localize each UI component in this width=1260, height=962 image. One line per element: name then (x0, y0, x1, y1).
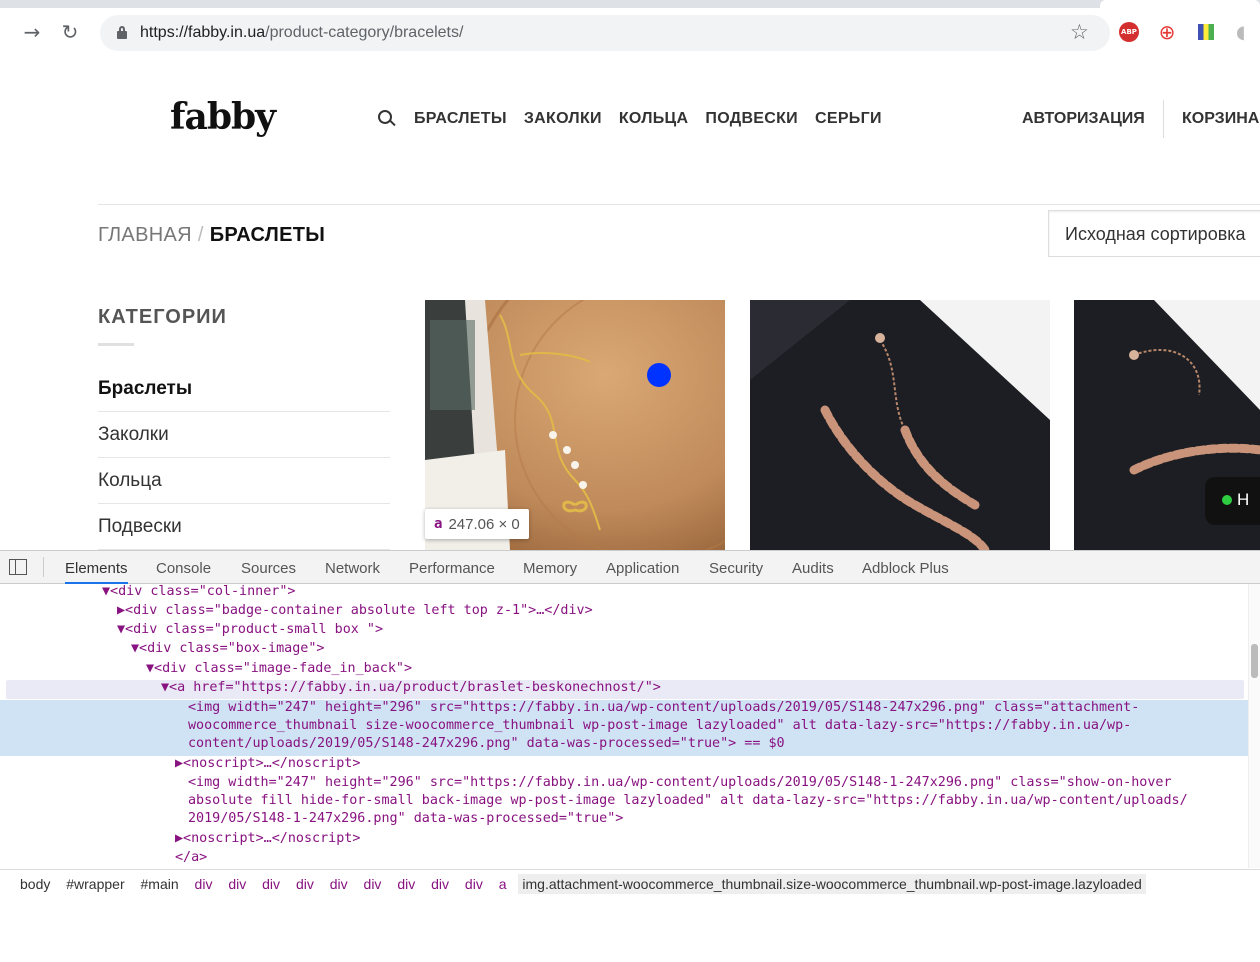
dom-node[interactable]: 2019/05/S148-1-247x296.png" data-was-pro… (188, 809, 1248, 828)
breadcrumb: ГЛАВНАЯ / БРАСЛЕТЫ (98, 224, 325, 247)
crumb-div[interactable]: div (465, 876, 483, 892)
tab-application[interactable]: Application (606, 551, 679, 584)
online-status-icon (1222, 495, 1232, 505)
tooltip-dimensions: 247.06 × 0 (448, 515, 520, 533)
categories-heading: КАТЕГОРИИ (98, 306, 227, 328)
tab-memory[interactable]: Memory (523, 551, 577, 584)
dom-tree: ▼<div class="col-inner"> ▶<div class="ba… (0, 584, 1248, 868)
crumb-div[interactable]: div (195, 876, 213, 892)
category-list: Браслеты Заколки Кольца Подвески (98, 366, 390, 550)
tab-strip (0, 0, 1260, 8)
crumb-div[interactable]: div (262, 876, 280, 892)
crumb-wrapper[interactable]: #wrapper (66, 876, 124, 892)
pointer-indicator (647, 363, 671, 387)
product-image[interactable] (750, 300, 1050, 550)
nav-item-bracelets[interactable]: БРАСЛЕТЫ (414, 110, 507, 128)
nav-item-rings[interactable]: КОЛЬЦА (619, 110, 689, 128)
dom-node[interactable]: ▼<a href="https://fabby.in.ua/product/br… (161, 678, 1248, 697)
crumb-a[interactable]: a (499, 876, 507, 892)
breadcrumb-separator: / (197, 224, 204, 246)
dom-node[interactable]: ▶<div class="badge-container absolute le… (117, 601, 1248, 620)
crumb-body[interactable]: body (20, 876, 50, 892)
dom-node[interactable]: content/uploads/2019/05/S148-247x296.png… (188, 734, 1248, 753)
nav-item-hairclips[interactable]: ЗАКОЛКИ (524, 110, 602, 128)
adblock-extension-icon[interactable]: ABP (1119, 22, 1139, 42)
tab-audits[interactable]: Audits (792, 551, 834, 584)
tab-elements[interactable]: Elements (65, 551, 128, 584)
bookmark-star-icon[interactable]: ☆ (1070, 20, 1089, 44)
active-tab-edge (1100, 0, 1260, 8)
tab-security[interactable]: Security (709, 551, 763, 584)
crumb-div[interactable]: div (296, 876, 314, 892)
category-item[interactable]: Заколки (98, 412, 390, 458)
main-nav: БРАСЛЕТЫ ЗАКОЛКИ КОЛЬЦА ПОДВЕСКИ СЕРЬГИ (414, 110, 882, 128)
crumb-div[interactable]: div (397, 876, 415, 892)
grey-extension-icon[interactable]: ◖ (1236, 22, 1256, 43)
dom-node[interactable]: <img width="247" height="296" src="https… (188, 773, 1248, 792)
dom-node[interactable]: ▼<div class="image-fade_in_back"> (146, 659, 1248, 678)
header-divider (1163, 100, 1164, 138)
chat-label: H (1237, 490, 1250, 509)
address-bar[interactable]: https://fabby.in.ua/product-category/bra… (100, 15, 1110, 51)
tabbar-divider (43, 557, 44, 577)
dom-node[interactable]: ▼<div class="box-image"> (131, 639, 1248, 658)
dom-node[interactable]: ▼<div class="product-small box "> (117, 620, 1248, 639)
dom-breadcrumb: body #wrapper #main div div div div div … (0, 869, 1260, 897)
category-item[interactable]: Подвески (98, 504, 390, 550)
dom-node[interactable]: absolute fill hide-for-small back-image … (188, 791, 1248, 810)
chat-widget[interactable]: H (1205, 477, 1260, 525)
browser-toolbar: → ↻ https://fabby.in.ua/product-category… (0, 0, 1260, 66)
categories-underline (98, 343, 134, 346)
crumb-selected-img[interactable]: img.attachment-woocommerce_thumbnail.siz… (518, 874, 1146, 894)
dom-node[interactable]: ▼<div class="col-inner"> (102, 584, 1248, 601)
web-page: fabby БРАСЛЕТЫ ЗАКОЛКИ КОЛЬЦА ПОДВЕСКИ С… (0, 66, 1260, 550)
category-item[interactable]: Браслеты (98, 366, 390, 412)
nav-item-earrings[interactable]: СЕРЬГИ (815, 110, 882, 128)
crumb-div[interactable]: div (364, 876, 382, 892)
dom-scrollbar[interactable] (1248, 584, 1260, 868)
cart-link[interactable]: КОРЗИНА (1182, 110, 1259, 128)
bracelet-photo (750, 300, 1050, 550)
reload-icon[interactable]: ↻ (56, 18, 84, 46)
scrollbar-thumb[interactable] (1251, 644, 1258, 678)
crumb-main[interactable]: #main (141, 876, 179, 892)
colorful-extension-icon[interactable] (1198, 24, 1214, 40)
site-logo[interactable]: fabby (170, 96, 276, 138)
crumb-div[interactable]: div (431, 876, 449, 892)
dom-node[interactable]: <img width="247" height="296" src="https… (188, 698, 1248, 717)
url-text[interactable]: https://fabby.in.ua/product-category/bra… (140, 24, 463, 42)
device-toggle-icon[interactable] (9, 559, 27, 575)
forward-icon[interactable]: → (18, 18, 46, 46)
dom-node[interactable]: woocommerce_thumbnail size-woocommerce_t… (188, 716, 1248, 735)
breadcrumb-current: БРАСЛЕТЫ (209, 224, 326, 246)
devtools-panel: Elements Console Sources Network Perform… (0, 550, 1260, 897)
tab-sources[interactable]: Sources (241, 551, 296, 584)
tab-console[interactable]: Console (156, 551, 211, 584)
tab-adblock-plus[interactable]: Adblock Plus (862, 551, 949, 584)
category-item[interactable]: Кольца (98, 458, 390, 504)
search-icon[interactable] (378, 110, 396, 128)
tab-network[interactable]: Network (325, 551, 380, 584)
dom-node[interactable]: ▶<noscript>…</noscript> (175, 754, 1248, 773)
tab-performance[interactable]: Performance (409, 551, 495, 584)
nav-item-pendants[interactable]: ПОДВЕСКИ (705, 110, 798, 128)
devtools-tabbar: Elements Console Sources Network Perform… (0, 551, 1260, 584)
dom-node[interactable]: ▶<noscript>…</noscript> (175, 829, 1248, 848)
lock-icon (117, 26, 127, 40)
breadcrumb-home[interactable]: ГЛАВНАЯ (98, 224, 192, 246)
sort-select[interactable]: Исходная сортировка (1048, 210, 1260, 257)
crumb-div[interactable]: div (330, 876, 348, 892)
inspect-tooltip: a 247.06 × 0 (425, 509, 529, 539)
header-separator (98, 204, 1260, 205)
login-link[interactable]: АВТОРИЗАЦИЯ (1022, 110, 1145, 128)
red-cross-extension-icon[interactable]: ⊕ (1157, 22, 1177, 42)
crumb-div[interactable]: div (228, 876, 246, 892)
dom-node[interactable]: </a> (175, 848, 1248, 867)
tooltip-tag: a (434, 516, 443, 532)
